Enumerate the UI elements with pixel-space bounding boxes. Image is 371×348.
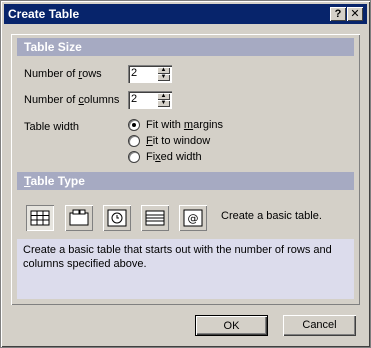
close-button[interactable]: ✕: [347, 7, 363, 21]
header-table-icon: [69, 209, 89, 226]
table-type-description: Create a basic table that starts out wit…: [17, 239, 354, 299]
columns-value[interactable]: 2: [131, 93, 137, 105]
rows-label: Number of rows: [24, 68, 102, 80]
table-type-caption: Create a basic table.: [221, 210, 322, 222]
radio-fit-margins[interactable]: [128, 119, 140, 131]
header-table-button[interactable]: [65, 205, 93, 231]
basic-table-icon: [30, 210, 50, 226]
rows-down-icon[interactable]: ▼: [157, 74, 170, 81]
stripe-table-icon: [145, 210, 165, 226]
calendar-table-icon: [107, 209, 127, 227]
basic-table-button[interactable]: [26, 205, 54, 231]
fixed-width-label[interactable]: Fixed width: [146, 151, 202, 163]
email-table-button[interactable]: @: [179, 205, 207, 231]
radio-fixed-width[interactable]: [128, 151, 140, 163]
fit-margins-label[interactable]: Fit with margins: [146, 119, 223, 131]
ok-button[interactable]: OK: [195, 315, 268, 336]
table-width-label: Table width: [24, 121, 80, 133]
cancel-button[interactable]: Cancel: [283, 315, 356, 336]
stripe-table-button[interactable]: [141, 205, 169, 231]
rows-spinner[interactable]: 2 ▲ ▼: [128, 65, 172, 83]
create-table-dialog: Create Table ? ✕ Table Size Number of ro…: [0, 0, 371, 348]
columns-label: Number of columns: [24, 94, 120, 106]
dialog-title: Create Table: [8, 7, 80, 21]
rows-value[interactable]: 2: [131, 67, 137, 79]
svg-text:@: @: [188, 212, 199, 225]
table-size-header: Table Size: [17, 38, 354, 56]
columns-down-icon[interactable]: ▼: [157, 100, 170, 107]
help-button[interactable]: ?: [330, 7, 346, 21]
email-table-icon: @: [183, 209, 203, 227]
columns-up-icon[interactable]: ▲: [157, 93, 170, 100]
columns-spinner[interactable]: 2 ▲ ▼: [128, 91, 172, 109]
rows-up-icon[interactable]: ▲: [157, 67, 170, 74]
title-bar: Create Table ? ✕: [4, 4, 367, 24]
fit-window-label[interactable]: Fit to window: [146, 135, 210, 147]
calendar-table-button[interactable]: [103, 205, 131, 231]
table-type-header: Table Type: [17, 172, 354, 190]
radio-fit-window[interactable]: [128, 135, 140, 147]
dialog-panel: Table Size Number of rows 2 ▲ ▼ Number o…: [11, 34, 360, 305]
